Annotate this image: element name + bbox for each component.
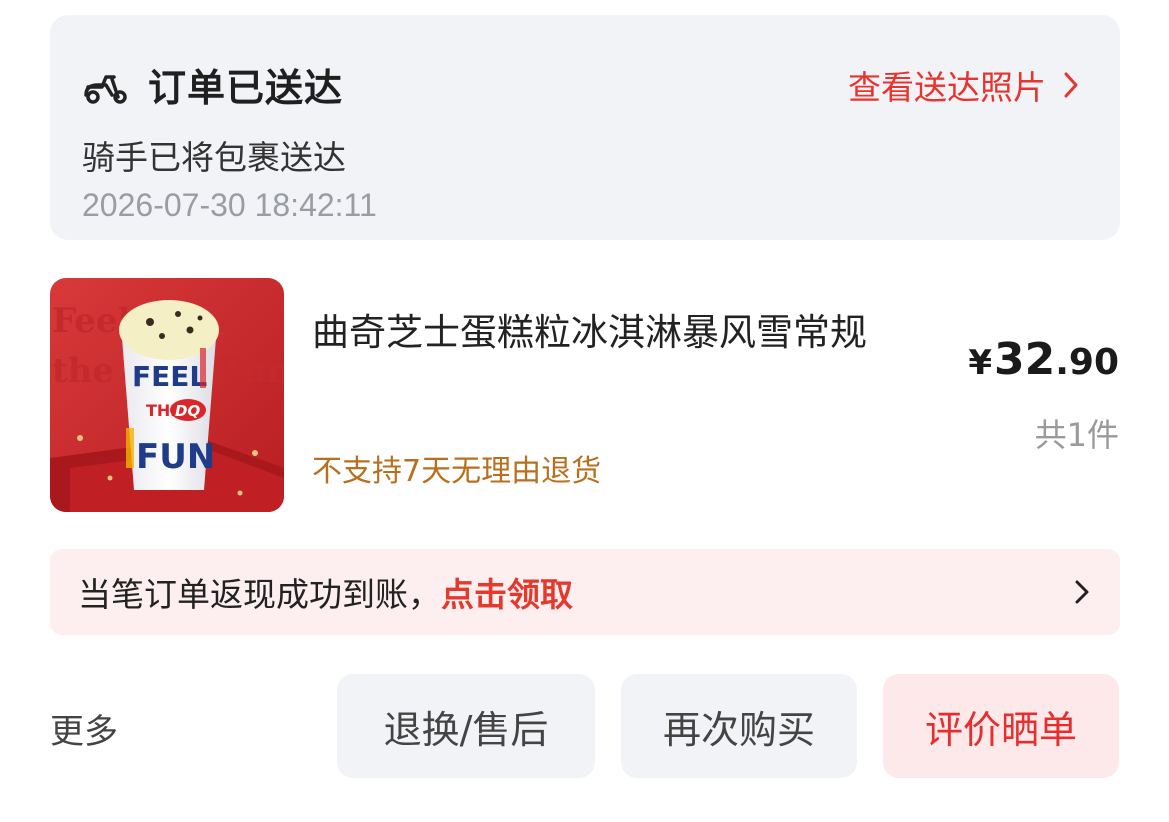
price-decimal: .90 bbox=[1055, 342, 1119, 383]
status-title: 订单已送达 bbox=[148, 66, 344, 110]
price-symbol: ¥ bbox=[968, 343, 992, 383]
cashback-banner[interactable]: 当笔订单返现成功到账， 点击领取 bbox=[50, 549, 1120, 635]
view-delivery-photo-label: 查看送达照片 bbox=[848, 68, 1046, 107]
status-title-row: 订单已送达 bbox=[82, 57, 343, 112]
price-integer: 32 bbox=[993, 334, 1056, 385]
return-policy-note: 不支持7天无理由退货 bbox=[312, 454, 602, 489]
cup-text-feel: FEEL bbox=[132, 360, 207, 393]
bg-text-fun: Fun bbox=[218, 351, 284, 391]
cup-text-fun: FUN bbox=[136, 437, 215, 477]
view-delivery-photo-link[interactable]: 查看送达照片 bbox=[848, 61, 1082, 109]
product-quantity: 共1件 bbox=[1034, 416, 1119, 454]
chevron-right-icon bbox=[1075, 580, 1089, 604]
return-after-sales-button[interactable]: 退换/售后 bbox=[337, 674, 595, 778]
cashback-text: 当笔订单返现成功到账， bbox=[78, 575, 441, 614]
more-actions-button[interactable]: 更多 bbox=[50, 704, 118, 753]
write-review-button[interactable]: 评价晒单 bbox=[883, 674, 1119, 778]
bg-text-feel: Feel bbox=[52, 301, 131, 341]
scooter-icon bbox=[84, 74, 127, 104]
buy-again-button[interactable]: 再次购买 bbox=[621, 674, 857, 778]
product-photo: Feel the Fun FEEL THE DQ FUN bbox=[50, 278, 284, 512]
product-name[interactable]: 曲奇芝士蛋糕粒冰淇淋暴风雪常规 bbox=[312, 306, 912, 360]
product-image[interactable]: Feel the Fun FEEL THE DQ FUN bbox=[50, 278, 284, 512]
claim-cashback-link[interactable]: 点击领取 bbox=[441, 568, 573, 616]
delivery-status-card: 订单已送达 查看送达照片 骑手已将包裹送达 2026-07-30 18:42:1… bbox=[50, 15, 1120, 240]
cup-logo-dq: DQ bbox=[175, 402, 200, 420]
delivery-timestamp: 2026-07-30 18:42:11 bbox=[82, 187, 377, 223]
product-price: ¥ 32 .90 bbox=[968, 334, 1119, 385]
bg-text-the: the bbox=[52, 351, 114, 391]
status-description: 骑手已将包裹送达 bbox=[82, 138, 346, 177]
chevron-right-icon bbox=[1064, 72, 1078, 98]
